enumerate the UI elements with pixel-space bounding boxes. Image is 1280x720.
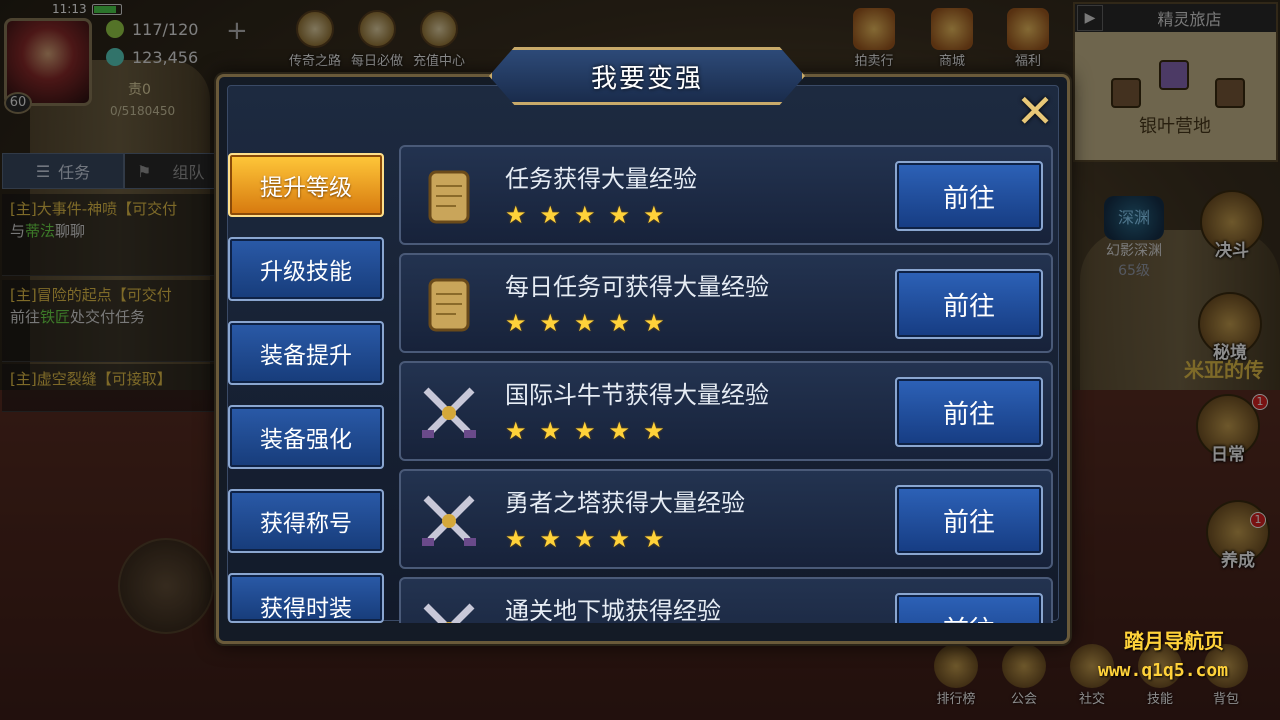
entry-name: 每日任务可获得大量经验 [505,273,769,301]
entry-row: 国际斗牛节获得大量经验 ★ ★ ★ ★ ★ 前往 [399,361,1053,461]
star-icon: ★ [574,309,596,337]
star-icon: ★ [608,417,631,445]
star-icon: ★ [608,525,631,553]
category-get-title[interactable]: 获得称号 [228,489,384,553]
star-icon: ★ [574,525,596,553]
watermark-title: 踏月导航页 [1124,629,1224,653]
rating-stars: ★ ★ ★ ★ ★ [505,203,665,227]
star-icon: ★ [539,309,562,337]
star-icon: ★ [505,525,527,553]
crossed-swords-icon [415,377,483,449]
entry-row: 任务获得大量经验 ★ ★ ★ ★ ★ 前往 [399,145,1053,245]
star-icon: ★ [505,417,527,445]
entry-row: 勇者之塔获得大量经验 ★ ★ ★ ★ ★ 前往 [399,469,1053,569]
star-icon: ★ [643,309,665,337]
crossed-swords-icon [415,593,483,623]
entry-name: 勇者之塔获得大量经验 [505,489,745,517]
dialog-title: 我要变强 [590,63,703,94]
become-stronger-dialog: 我要变强 ✕ 提升等级 升级技能 装备提升 装备强化 获得称号 获得时装 任务获… [216,47,1070,644]
rating-stars: ★ ★ ★ ★ ★ [505,311,665,335]
go-button[interactable]: 前往 [895,269,1043,339]
go-button[interactable]: 前往 [895,593,1043,623]
star-icon: ★ [643,201,665,229]
go-button[interactable]: 前往 [895,377,1043,447]
rating-stars: ★ ★ ★ ★ ★ [505,419,665,443]
category-level-up[interactable]: 提升等级 [228,153,384,217]
entry-row: 每日任务可获得大量经验 ★ ★ ★ ★ ★ 前往 [399,253,1053,353]
watermark-url: www.q1q5.com [1098,660,1229,681]
rating-stars: ★ ★ ★ ★ ★ [505,527,665,551]
entry-name: 通关地下城获得经验 [505,597,721,623]
star-icon: ★ [574,201,596,229]
star-icon: ★ [539,417,562,445]
scroll-icon [415,161,483,233]
category-skill-up[interactable]: 升级技能 [228,237,384,301]
star-icon: ★ [505,201,527,229]
category-get-costume[interactable]: 获得时装 [228,573,384,623]
star-icon: ★ [643,417,665,445]
dialog-title-plate: 我要变强 [489,47,805,105]
star-icon: ★ [505,309,527,337]
star-icon: ★ [608,309,631,337]
crossed-swords-icon [415,485,483,557]
entry-list[interactable]: 任务获得大量经验 ★ ★ ★ ★ ★ 前往 每日任务可获得大量经验 ★ ★ ★ ★ ★ 前往 国… [399,145,1053,623]
star-icon: ★ [643,525,665,553]
entry-name: 任务获得大量经验 [505,165,697,193]
go-button[interactable]: 前往 [895,485,1043,555]
scroll-icon [415,269,483,341]
star-icon: ★ [608,201,631,229]
star-icon: ★ [574,417,596,445]
category-equip-enhance[interactable]: 装备强化 [228,405,384,469]
entry-row: 通关地下城获得经验 ★★★★★ 前往 [399,577,1053,623]
star-icon: ★ [539,525,562,553]
entry-name: 国际斗牛节获得大量经验 [505,381,769,409]
go-button[interactable]: 前往 [895,161,1043,231]
star-icon: ★ [539,201,562,229]
close-x-icon[interactable]: ✕ [1011,84,1059,138]
category-equip-upgrade[interactable]: 装备提升 [228,321,384,385]
